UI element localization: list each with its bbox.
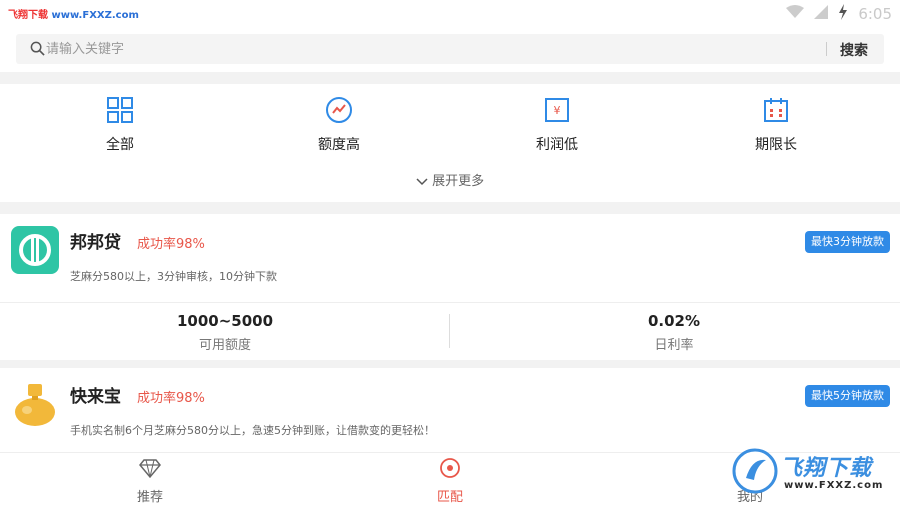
diamond-icon — [139, 459, 161, 479]
product-name: 快来宝 — [70, 387, 121, 407]
product-card[interactable]: 邦邦贷 成功率98% 最快3分钟放款 芝麻分580以上，3分钟审核，10分钟下款… — [0, 214, 900, 360]
expand-more-label: 展开更多 — [432, 174, 485, 189]
calendar-icon — [764, 98, 788, 122]
product-description: 芝麻分580以上，3分钟审核，10分钟下款 — [70, 270, 277, 283]
watermark-bottom-right: 飞翔下载 www.FXXZ.com — [732, 446, 892, 498]
product-name: 邦邦贷 — [70, 233, 121, 253]
amount-label: 可用额度 — [198, 338, 251, 353]
product-success-rate: 成功率98% — [137, 237, 205, 252]
watermark-text: 飞翔下载 — [8, 10, 48, 21]
product-success-rate: 成功率98% — [137, 391, 205, 406]
category-all[interactable]: 全部 — [70, 96, 170, 154]
kuailaibao-logo — [15, 384, 55, 426]
product-amount: 1000~5000 可用额度 — [75, 312, 375, 353]
status-icons: 6:05 — [786, 4, 892, 24]
svg-text:¥: ¥ — [554, 104, 561, 117]
tab-label: 推荐 — [136, 490, 163, 505]
yen-doc-icon: ¥ — [545, 98, 569, 122]
category-label: 利润低 — [536, 137, 578, 153]
expand-more-button[interactable]: 展开更多 — [0, 170, 900, 189]
product-speed-badge: 最快3分钟放款 — [805, 231, 890, 253]
tab-label: 匹配 — [436, 490, 463, 505]
watermark-top-left: 飞翔下载 www.FXXZ.com — [8, 6, 139, 21]
bangbangdai-logo — [11, 226, 59, 274]
target-icon — [440, 458, 460, 478]
battery-charging-icon — [838, 4, 848, 24]
product-speed-badge: 最快5分钟放款 — [805, 385, 890, 407]
watermark-title: 飞翔下载 — [780, 456, 873, 481]
signal-icon — [814, 5, 829, 23]
rate-value: 0.02% — [647, 312, 701, 330]
product-rate: 0.02% 日利率 — [524, 312, 824, 353]
search-divider — [826, 42, 827, 56]
watermark-logo — [732, 448, 778, 494]
category-long-term[interactable]: 期限长 — [726, 96, 826, 154]
tab-match[interactable]: 匹配 — [390, 457, 510, 505]
category-label: 期限长 — [755, 137, 797, 153]
watermark-url: www.FXXZ.com — [51, 10, 139, 21]
amount-value: 1000~5000 — [176, 312, 274, 330]
status-bar: 飞翔下载 www.FXXZ.com 6:05 — [0, 0, 900, 28]
search-icon — [30, 41, 45, 56]
product-description: 手机实名制6个月芝麻分580分以上，急速5分钟到账，让借款变的更轻松！ — [70, 424, 435, 437]
category-label: 全部 — [106, 137, 134, 153]
stat-divider — [449, 314, 450, 348]
category-panel: 全部 额度高 ¥ 利润低 期限长 展开更多 — [0, 84, 900, 202]
category-high-limit[interactable]: 额度高 — [289, 96, 389, 154]
category-label: 额度高 — [318, 137, 360, 153]
search-input[interactable] — [46, 39, 826, 59]
wifi-icon — [786, 5, 805, 23]
search-box: 搜索 — [16, 34, 884, 64]
search-bar: 搜索 — [0, 28, 900, 72]
rate-label: 日利率 — [654, 338, 694, 353]
search-button[interactable]: 搜索 — [840, 40, 868, 60]
product-card[interactable]: 快来宝 成功率98% 最快5分钟放款 手机实名制6个月芝麻分580分以上，急速5… — [0, 368, 900, 452]
card-divider — [0, 302, 900, 303]
trend-circle-icon — [326, 97, 352, 123]
status-time: 6:05 — [858, 5, 892, 23]
watermark-url: www.FXXZ.com — [784, 480, 884, 491]
tab-recommend[interactable]: 推荐 — [90, 457, 210, 505]
category-low-profit[interactable]: ¥ 利润低 — [507, 96, 607, 154]
grid-icon — [107, 97, 133, 123]
chevron-down-icon — [416, 177, 428, 185]
